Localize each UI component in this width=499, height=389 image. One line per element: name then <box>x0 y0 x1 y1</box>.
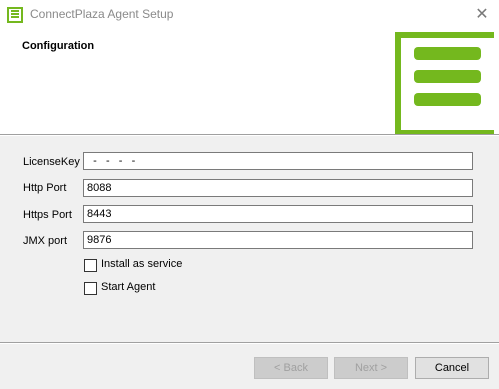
cancel-button[interactable]: Cancel <box>415 357 489 379</box>
start-agent-label[interactable]: Start Agent <box>101 281 155 293</box>
install-service-label[interactable]: Install as service <box>101 258 182 270</box>
http-port-label: Http Port <box>23 182 67 194</box>
title-bar: ConnectPlaza Agent Setup ✕ <box>0 0 499 30</box>
close-button[interactable]: ✕ <box>471 4 493 26</box>
https-port-label: Https Port <box>23 209 72 221</box>
http-port-field[interactable] <box>83 179 473 197</box>
page-title: Configuration <box>22 40 95 52</box>
connectplaza-logo-icon <box>395 32 494 136</box>
jmx-port-label: JMX port <box>23 235 68 247</box>
license-key-label: LicenseKey <box>23 156 80 168</box>
window-title: ConnectPlaza Agent Setup <box>30 7 174 21</box>
jmx-port-field[interactable] <box>83 231 473 249</box>
install-service-checkbox[interactable] <box>84 259 97 272</box>
start-agent-checkbox[interactable] <box>84 282 97 295</box>
next-button[interactable]: Next > <box>334 357 408 379</box>
https-port-field[interactable] <box>83 205 473 223</box>
license-key-field[interactable] <box>83 152 473 170</box>
app-list-icon <box>7 7 23 23</box>
back-button[interactable]: < Back <box>254 357 328 379</box>
wizard-header: Configuration <box>0 30 499 136</box>
form-panel: LicenseKey Http Port Https Port JMX port… <box>0 136 499 389</box>
